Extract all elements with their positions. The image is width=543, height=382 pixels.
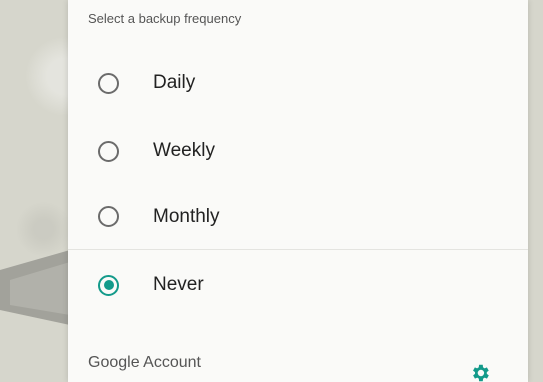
option-label-monthly: Monthly	[153, 205, 220, 227]
radio-button-weekly[interactable]	[98, 140, 119, 162]
dialog-title: Select a backup frequency	[88, 11, 242, 26]
option-label-weekly: Weekly	[153, 140, 215, 161]
speech-bubble-tail	[0, 250, 70, 325]
radio-button-monthly[interactable]	[98, 206, 119, 227]
option-weekly[interactable]: Weekly	[68, 118, 528, 184]
option-label-never: Never	[153, 274, 204, 295]
radio-button-never[interactable]	[98, 274, 119, 296]
option-never[interactable]: Never	[68, 252, 528, 318]
google-account-label: Google Account	[88, 354, 201, 371]
backup-frequency-dialog: Select a backup frequency Daily Weekly M…	[68, 0, 528, 382]
option-daily[interactable]: Daily	[68, 50, 528, 116]
gear-icon[interactable]	[469, 362, 491, 382]
radio-button-daily[interactable]	[98, 72, 119, 94]
option-label-daily: Daily	[153, 72, 196, 93]
option-monthly[interactable]: Monthly	[68, 184, 528, 250]
